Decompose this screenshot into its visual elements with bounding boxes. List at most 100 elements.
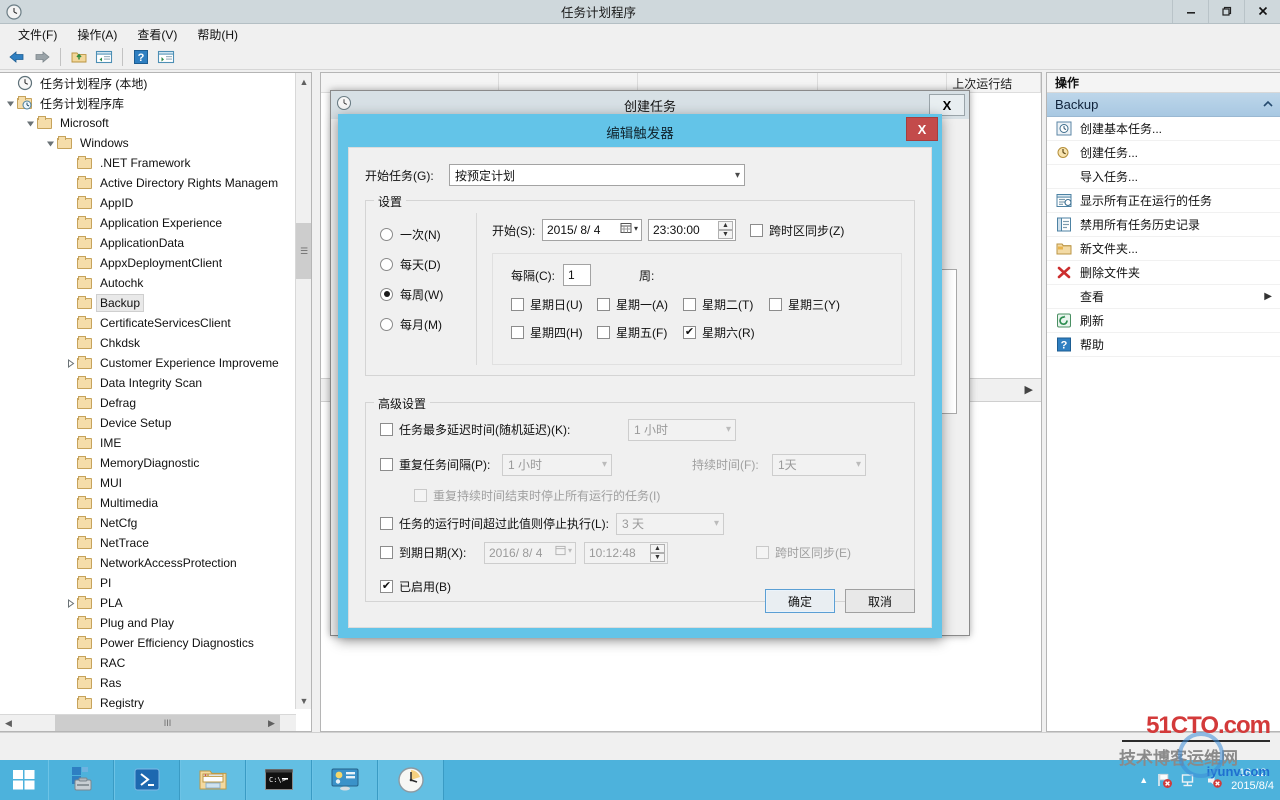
scroll-down-icon[interactable]: ▼ (296, 692, 312, 709)
taskbar-task-scheduler[interactable] (378, 760, 444, 800)
action-new-folder[interactable]: 新文件夹... (1047, 237, 1280, 261)
tree-node-plug-and-play[interactable]: Plug and Play (0, 613, 296, 633)
twisty-collapsed-icon[interactable] (64, 597, 76, 609)
show-pane-icon[interactable] (93, 46, 115, 68)
create-task-close-button[interactable]: X (929, 94, 965, 116)
weekday-checkbox[interactable] (769, 298, 782, 311)
stop-if-runs-select[interactable]: 3 天 ▾ (616, 513, 724, 535)
stop-if-runs-checkbox[interactable] (380, 517, 393, 530)
flag-alert-icon[interactable] (1156, 772, 1173, 789)
volume-alert-icon[interactable] (1206, 772, 1223, 789)
tree-node-windows[interactable]: Windows (0, 133, 296, 153)
expand-arrow-icon[interactable]: ▶ (1025, 383, 1033, 396)
delay-select[interactable]: 1 小时 ▾ (628, 419, 736, 441)
ok-button[interactable]: 确定 (765, 589, 835, 613)
enabled-checkbox[interactable] (380, 580, 393, 593)
weekday-checkbox[interactable] (683, 298, 696, 311)
delay-checkbox[interactable] (380, 423, 393, 436)
expire-time-spinner[interactable]: ▲▼ (650, 544, 665, 562)
expire-date-input[interactable]: 2016/ 8/ 4 ▾ (484, 542, 576, 564)
tree-node-net-framework[interactable]: .NET Framework (0, 153, 296, 173)
start-date-input[interactable]: 2015/ 8/ 4 ▾ (542, 219, 642, 241)
calendar-icon[interactable]: ▾ (620, 222, 638, 234)
duration-select[interactable]: 1天 ▾ (772, 454, 866, 476)
radio-daily[interactable]: 每天(D) (380, 249, 470, 279)
hscroll-thumb[interactable]: III (55, 715, 280, 731)
tree-node-certificateservicesclient[interactable]: CertificateServicesClient (0, 313, 296, 333)
tree-node-pla[interactable]: PLA (0, 593, 296, 613)
tree-node-backup[interactable]: Backup (0, 293, 296, 313)
checkbox-thursday[interactable]: 星期四(H) (511, 324, 597, 341)
action-refresh[interactable]: 刷新 (1047, 309, 1280, 333)
checkbox-sunday[interactable]: 星期日(U) (511, 296, 597, 313)
taskbar-file-explorer[interactable] (180, 760, 246, 800)
tree-node-application-experience[interactable]: Application Experience (0, 213, 296, 233)
weekday-checkbox[interactable] (597, 298, 610, 311)
tree-node-microsoft[interactable]: Microsoft (0, 113, 296, 133)
checkbox-tuesday[interactable]: 星期二(T) (683, 296, 769, 313)
cancel-button[interactable]: 取消 (845, 589, 915, 613)
expire-sync-checkbox[interactable] (756, 546, 769, 559)
tree-node-networkaccessprotection[interactable]: NetworkAccessProtection (0, 553, 296, 573)
radio-once[interactable]: 一次(N) (380, 219, 470, 249)
scroll-left-icon[interactable]: ◀ (0, 715, 17, 731)
tree-node-registry[interactable]: Registry (0, 693, 296, 709)
menu-view[interactable]: 查看(V) (127, 24, 187, 45)
taskbar-control-panel[interactable] (312, 760, 378, 800)
tree-node-root[interactable]: 任务计划程序 (本地) (0, 73, 296, 93)
up-folder-icon[interactable] (68, 46, 90, 68)
tree-node-pi[interactable]: PI (0, 573, 296, 593)
checkbox-friday[interactable]: 星期五(F) (597, 324, 683, 341)
back-arrow-icon[interactable] (6, 46, 28, 68)
tree-horizontal-scrollbar[interactable]: ◀ III ▶ (0, 714, 296, 731)
checkbox-wednesday[interactable]: 星期三(Y) (769, 296, 855, 313)
tree-node-ras[interactable]: Ras (0, 673, 296, 693)
sync-timezone-checkbox[interactable] (750, 224, 763, 237)
repeat-checkbox[interactable] (380, 458, 393, 471)
weekday-checkbox[interactable] (511, 298, 524, 311)
network-alert-icon[interactable] (1181, 772, 1198, 789)
tree-vertical-scrollbar[interactable]: ▲ ☰ ▼ (295, 73, 311, 709)
taskbar-command-prompt[interactable]: C:\> (246, 760, 312, 800)
tree-node-device-setup[interactable]: Device Setup (0, 413, 296, 433)
checkbox-saturday[interactable]: 星期六(R) (683, 324, 769, 341)
tree-node-appxdeploymentclient[interactable]: AppxDeploymentClient (0, 253, 296, 273)
scroll-up-icon[interactable]: ▲ (296, 73, 312, 90)
actions-group-backup[interactable]: Backup (1047, 93, 1280, 117)
action-help[interactable]: ?帮助 (1047, 333, 1280, 357)
start-time-input[interactable]: 23:30:00 ▲▼ (648, 219, 736, 241)
edit-trigger-close-button[interactable]: X (906, 117, 938, 141)
taskbar-server-manager[interactable] (48, 760, 114, 800)
twisty-expanded-icon[interactable] (44, 137, 56, 149)
tree-node-defrag[interactable]: Defrag (0, 393, 296, 413)
tree-node-[interactable]: 任务计划程序库 (0, 93, 296, 113)
scroll-thumb[interactable]: ☰ (296, 223, 312, 279)
tree-node-netcfg[interactable]: NetCfg (0, 513, 296, 533)
forward-arrow-icon[interactable] (31, 46, 53, 68)
twisty-collapsed-icon[interactable] (64, 357, 76, 369)
stop-all-checkbox[interactable] (414, 489, 427, 502)
twisty-expanded-icon[interactable] (4, 97, 16, 109)
tree-node-appid[interactable]: AppID (0, 193, 296, 213)
weekday-checkbox[interactable] (511, 326, 524, 339)
menu-action[interactable]: 操作(A) (67, 24, 127, 45)
expire-checkbox[interactable] (380, 546, 393, 559)
weekday-checkbox[interactable] (597, 326, 610, 339)
action-view[interactable]: 查看▶ (1047, 285, 1280, 309)
tree-node-customer-experience-improveme[interactable]: Customer Experience Improveme (0, 353, 296, 373)
minimize-button[interactable] (1172, 0, 1208, 23)
tree-node-ime[interactable]: IME (0, 433, 296, 453)
action-disable-history[interactable]: 禁用所有任务历史记录 (1047, 213, 1280, 237)
tree-scroll-area[interactable]: 任务计划程序 (本地)任务计划程序库MicrosoftWindows.NET F… (0, 73, 296, 709)
radio-indicator[interactable] (380, 288, 393, 301)
taskbar-powershell[interactable] (114, 760, 180, 800)
tree-node-power-efficiency-diagnostics[interactable]: Power Efficiency Diagnostics (0, 633, 296, 653)
properties-icon[interactable] (155, 46, 177, 68)
tree-node-nettrace[interactable]: NetTrace (0, 533, 296, 553)
tree-node-active-directory-rights-managem[interactable]: Active Directory Rights Managem (0, 173, 296, 193)
radio-indicator[interactable] (380, 258, 393, 271)
begin-task-select[interactable]: 按预定计划 ▾ (449, 164, 745, 186)
weekday-checkbox[interactable] (683, 326, 696, 339)
recur-weeks-input[interactable]: 1 (563, 264, 591, 286)
restore-button[interactable] (1208, 0, 1244, 23)
